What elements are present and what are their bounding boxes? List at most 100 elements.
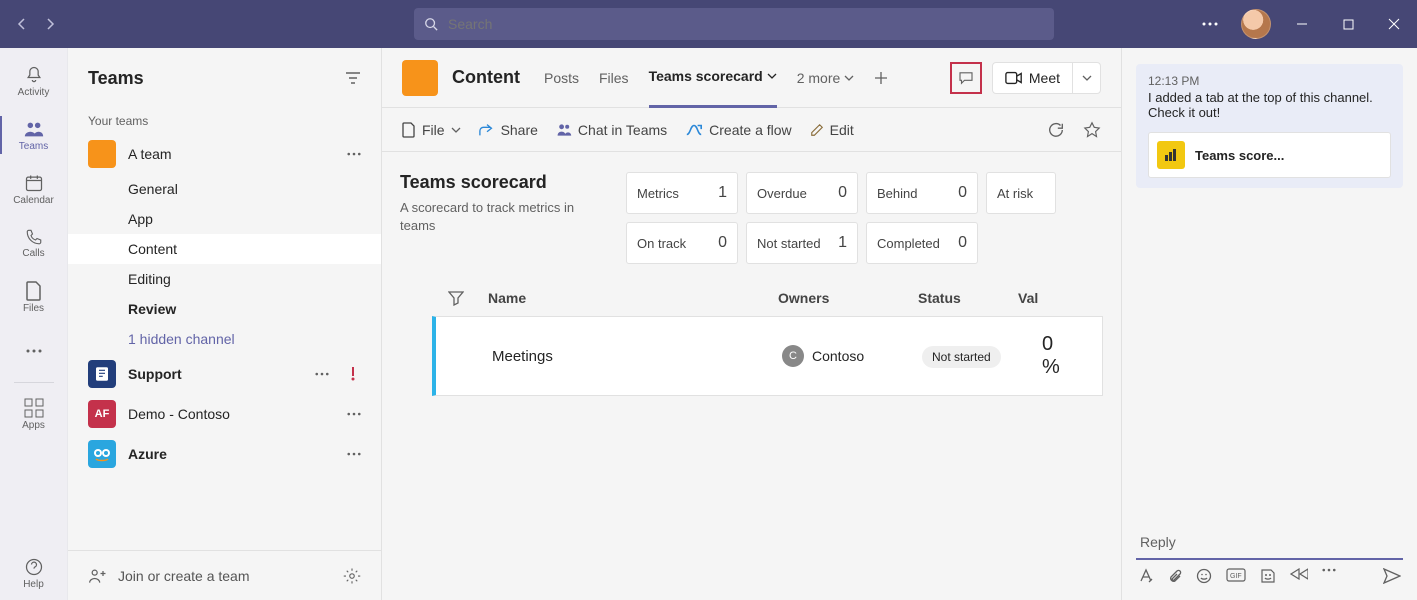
team-initials: AF [95,408,110,420]
tab-files[interactable]: Files [599,48,629,108]
flow-icon [685,123,703,137]
user-avatar[interactable] [1241,9,1271,39]
window-close-button[interactable] [1371,0,1417,48]
metric-label: On track [637,236,686,251]
col-value[interactable]: Val [1018,290,1058,306]
team-support[interactable]: Support [68,354,381,394]
team-more-button[interactable] [347,412,361,416]
channel-avatar [402,60,438,96]
send-button[interactable] [1383,568,1401,584]
metric-label: Completed [877,236,940,251]
message-card[interactable]: 12:13 PM I added a tab at the top of thi… [1136,64,1403,188]
apps-icon [24,398,44,418]
share-button[interactable]: Share [479,122,538,138]
filter-button[interactable] [345,71,361,85]
your-teams-label: Your teams [68,108,381,134]
emoji-icon[interactable] [1196,568,1212,584]
filter-icon[interactable] [448,290,464,306]
metric-label: At risk [997,186,1033,201]
global-search[interactable] [414,8,1054,40]
team-more-button[interactable] [347,452,361,456]
message-body: I added a tab at the top of this channel… [1148,90,1391,120]
panel-title: Teams [88,68,144,89]
format-icon[interactable] [1138,568,1154,584]
more-options-button[interactable] [1187,0,1233,48]
message-attachment[interactable]: Teams score... [1148,132,1391,178]
tab-teams-scorecard[interactable]: Teams scorecard [649,48,777,108]
metric-label: Behind [877,186,917,201]
tab-more[interactable]: 2 more [797,48,855,108]
window-minimize-button[interactable] [1279,0,1325,48]
add-tab-button[interactable] [874,48,888,108]
hidden-channels-link[interactable]: 1 hidden channel [68,324,381,354]
channel-review[interactable]: Review [68,294,381,324]
metric-card[interactable]: Overdue0 [746,172,858,214]
col-name[interactable]: Name [488,290,778,306]
window-maximize-button[interactable] [1325,0,1371,48]
channel-general[interactable]: General [68,174,381,204]
search-icon [424,17,438,31]
rail-apps[interactable]: Apps [0,387,68,441]
reply-placeholder: Reply [1140,534,1176,550]
col-status[interactable]: Status [918,290,1018,306]
settings-button[interactable] [343,567,361,585]
attachment-title: Teams score... [1195,148,1284,163]
metric-label: Overdue [757,186,807,201]
rail-calls[interactable]: Calls [0,216,68,270]
file-menu[interactable]: File [402,122,461,138]
sticker-icon[interactable] [1260,568,1276,584]
metric-card[interactable]: Behind0 [866,172,978,214]
meet-label: Meet [1029,70,1060,86]
powerbi-icon [1157,141,1185,169]
plus-icon [874,71,888,85]
tab-posts[interactable]: Posts [544,48,579,108]
meet-dropdown[interactable] [1072,63,1100,93]
rail-teams[interactable]: Teams [0,108,68,162]
metric-card[interactable]: On track0 [626,222,738,264]
scorecard-row[interactable]: Meetings C Contoso Not started 0 % [432,316,1103,396]
tab-label: Files [599,70,629,86]
rail-files[interactable]: Files [0,270,68,324]
more-compose-icon[interactable] [1322,568,1336,584]
rail-calendar[interactable]: Calendar [0,162,68,216]
rail-help[interactable]: Help [0,546,68,600]
team-demo-contoso[interactable]: AF Demo - Contoso [68,394,381,434]
search-input[interactable] [446,15,1044,33]
metric-card[interactable]: Completed0 [866,222,978,264]
metric-card[interactable]: Not started1 [746,222,858,264]
meet-button[interactable]: Meet [992,62,1101,94]
nav-back-button[interactable] [8,10,36,38]
metric-label: Not started [757,236,821,251]
attach-icon[interactable] [1168,568,1182,584]
nav-forward-button[interactable] [36,10,64,38]
reply-input[interactable]: Reply [1136,526,1403,560]
channel-app[interactable]: App [68,204,381,234]
team-azure[interactable]: Azure [68,434,381,474]
create-flow-button[interactable]: Create a flow [685,122,791,138]
rail-help-label: Help [23,579,44,590]
join-create-team-link[interactable]: Join or create a team [118,568,250,584]
stream-icon[interactable] [1290,568,1308,584]
rail-activity[interactable]: Activity [0,54,68,108]
toggle-conversation-button[interactable] [950,62,982,94]
rail-more[interactable] [0,324,68,378]
team-avatar [88,440,116,468]
bell-icon [24,65,44,85]
channel-content[interactable]: Content [68,234,381,264]
team-more-button[interactable] [315,372,329,376]
chat-in-teams-button[interactable]: Chat in Teams [556,122,667,138]
gif-icon[interactable]: GIF [1226,568,1246,584]
chat-label: Chat in Teams [578,122,667,138]
ellipsis-icon [25,349,43,353]
refresh-button[interactable] [1047,121,1065,139]
edit-button[interactable]: Edit [810,122,854,138]
metric-card[interactable]: Metrics1 [626,172,738,214]
team-a-team[interactable]: A team [68,134,381,174]
channel-editing[interactable]: Editing [68,264,381,294]
team-more-button[interactable] [347,152,361,156]
channel-label: Content [128,241,177,257]
favorite-button[interactable] [1083,121,1101,139]
col-owners[interactable]: Owners [778,290,918,306]
team-avatar [88,140,116,168]
metric-card[interactable]: At risk [986,172,1056,214]
